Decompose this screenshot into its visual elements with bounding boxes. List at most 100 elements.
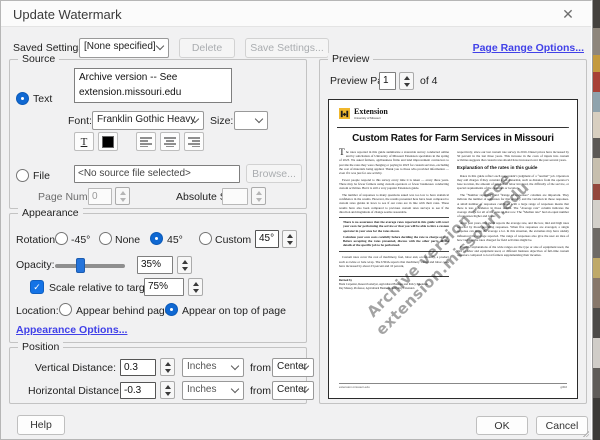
appearance-group: Appearance Rotation: -45° None 45° Custo… <box>9 213 307 343</box>
rotation-none-radio[interactable] <box>99 232 112 245</box>
align-left-button[interactable] <box>136 132 156 151</box>
horizontal-distance-spinner[interactable] <box>160 381 175 399</box>
spinner-down-icon[interactable] <box>182 267 188 271</box>
preview-page-spinner[interactable] <box>399 72 414 90</box>
color-swatch <box>102 136 114 148</box>
spinner-down-icon[interactable] <box>165 392 171 396</box>
saved-settings-value: [None specified] <box>84 41 156 52</box>
file-radio[interactable] <box>16 169 29 182</box>
resize-grip[interactable] <box>582 430 589 437</box>
document-paragraph: respectively, since our last custom rate… <box>457 150 569 163</box>
custom-rotation-field[interactable]: 45° <box>255 230 279 248</box>
rotation-neg45-label: -45° <box>71 234 90 246</box>
scale-spinner[interactable] <box>188 278 203 296</box>
document-footer-url: extension.missouri.edu <box>339 385 370 389</box>
custom-rotation-spinner[interactable] <box>282 230 297 248</box>
vertical-distance-label: Vertical Distance: <box>28 362 116 374</box>
document-paragraph: Fewer people respond to this survey ever… <box>339 178 449 191</box>
text-radio[interactable] <box>16 92 29 105</box>
size-select[interactable] <box>234 111 268 130</box>
spinner-up-icon[interactable] <box>404 76 410 80</box>
browse-button[interactable]: Browse... <box>246 164 302 183</box>
align-right-icon <box>188 137 200 147</box>
mizzou-shield-icon <box>339 108 350 119</box>
opacity-field[interactable]: 35% <box>137 256 173 274</box>
absolute-scale-field[interactable] <box>222 188 248 205</box>
spinner-up-icon[interactable] <box>165 385 171 389</box>
vertical-anchor-select[interactable]: Center <box>272 358 314 377</box>
font-value: Franklin Gothic Heavy <box>97 114 195 125</box>
horizontal-units-select[interactable]: Inches <box>182 381 244 400</box>
dialog-title: Update Watermark <box>13 7 122 22</box>
underline-button[interactable] <box>74 132 94 151</box>
spinner-up-icon[interactable] <box>193 282 199 286</box>
appear-on-top-radio[interactable] <box>165 303 178 316</box>
ok-button[interactable]: OK <box>476 416 528 435</box>
saved-settings-select[interactable]: [None specified] <box>79 38 169 58</box>
appear-behind-label: Appear behind page <box>76 305 171 317</box>
page-number-field[interactable]: 0 <box>88 188 112 205</box>
spinner-up-icon[interactable] <box>165 362 171 366</box>
document-title: Custom Rates for Farm Services in Missou… <box>329 133 577 144</box>
spinner-down-icon[interactable] <box>287 241 293 245</box>
delete-button[interactable]: Delete <box>179 38 235 58</box>
horizontal-anchor-select[interactable]: Center <box>272 381 314 400</box>
source-group: Source Text Archive version -- See exten… <box>9 59 307 209</box>
size-label: Size: <box>210 115 233 127</box>
vertical-distance-field[interactable]: 0.3 <box>120 359 156 376</box>
document-logo-subtext: University of Missouri <box>354 116 381 120</box>
spinner-down-icon[interactable] <box>404 83 410 87</box>
vertical-units-select[interactable]: Inches <box>182 358 244 377</box>
cancel-button[interactable]: Cancel <box>536 416 588 435</box>
dialog-titlebar[interactable]: Update Watermark <box>1 1 591 27</box>
save-settings-button[interactable]: Save Settings... <box>245 38 329 58</box>
horizontal-distance-field[interactable]: -0.3 <box>120 382 156 399</box>
watermark-text-input[interactable]: Archive version -- See extension.missour… <box>74 68 232 103</box>
spinner-down-icon[interactable] <box>120 198 126 202</box>
horizontal-units-value: Inches <box>187 384 216 395</box>
document-preview: Extension University of Missouri Custom … <box>329 100 577 398</box>
align-center-button[interactable] <box>160 132 180 151</box>
spinner-down-icon[interactable] <box>256 198 262 202</box>
opacity-spinner[interactable] <box>177 256 192 274</box>
chevron-down-icon <box>231 384 239 392</box>
vertical-distance-spinner[interactable] <box>160 358 175 376</box>
background-app-strip <box>592 0 600 440</box>
spinner-up-icon[interactable] <box>182 260 188 264</box>
font-label: Font: <box>68 115 92 127</box>
chevron-down-icon <box>255 114 263 122</box>
rotation-neg45-radio[interactable] <box>55 232 68 245</box>
opacity-slider-thumb[interactable] <box>76 258 85 273</box>
rotation-45-radio[interactable] <box>150 232 163 245</box>
spinner-down-icon[interactable] <box>165 369 171 373</box>
document-logo-text: Extension <box>354 107 388 116</box>
close-icon[interactable] <box>559 5 577 23</box>
help-button[interactable]: Help <box>17 415 65 435</box>
spinner-down-icon[interactable] <box>193 289 199 293</box>
preview-group-label: Preview <box>328 53 373 65</box>
update-watermark-dialog: Update Watermark Saved Settings: [None s… <box>0 0 592 440</box>
appearance-options-link[interactable]: Appearance Options... <box>16 324 127 336</box>
spinner-up-icon[interactable] <box>256 191 262 195</box>
scale-field[interactable]: 75% <box>144 278 184 296</box>
font-select[interactable]: Franklin Gothic Heavy <box>92 111 204 130</box>
rotation-none-label: None <box>115 234 140 246</box>
spinner-up-icon[interactable] <box>287 234 293 238</box>
page-number-spinner[interactable] <box>115 187 130 205</box>
file-path-field[interactable]: <No source file selected> <box>74 165 240 183</box>
opacity-label: Opacity: <box>16 259 55 271</box>
preview-page-field[interactable]: 1 <box>379 72 396 90</box>
document-footer: extension.missouri.edu g302 <box>339 383 567 390</box>
scale-relative-checkbox[interactable] <box>30 280 44 294</box>
opacity-slider-track[interactable] <box>55 264 125 268</box>
page-range-options-link[interactable]: Page Range Options... <box>473 42 584 54</box>
document-paragraph: The number of responses to many question… <box>339 193 449 214</box>
spinner-up-icon[interactable] <box>120 191 126 195</box>
align-center-icon <box>164 137 176 147</box>
position-group: Position Vertical Distance: 0.3 Inches f… <box>9 347 307 404</box>
font-color-button[interactable] <box>98 132 118 151</box>
rotation-custom-radio[interactable] <box>199 232 212 245</box>
appear-behind-radio[interactable] <box>59 303 72 316</box>
align-right-button[interactable] <box>184 132 204 151</box>
absolute-scale-spinner[interactable] <box>251 187 266 205</box>
